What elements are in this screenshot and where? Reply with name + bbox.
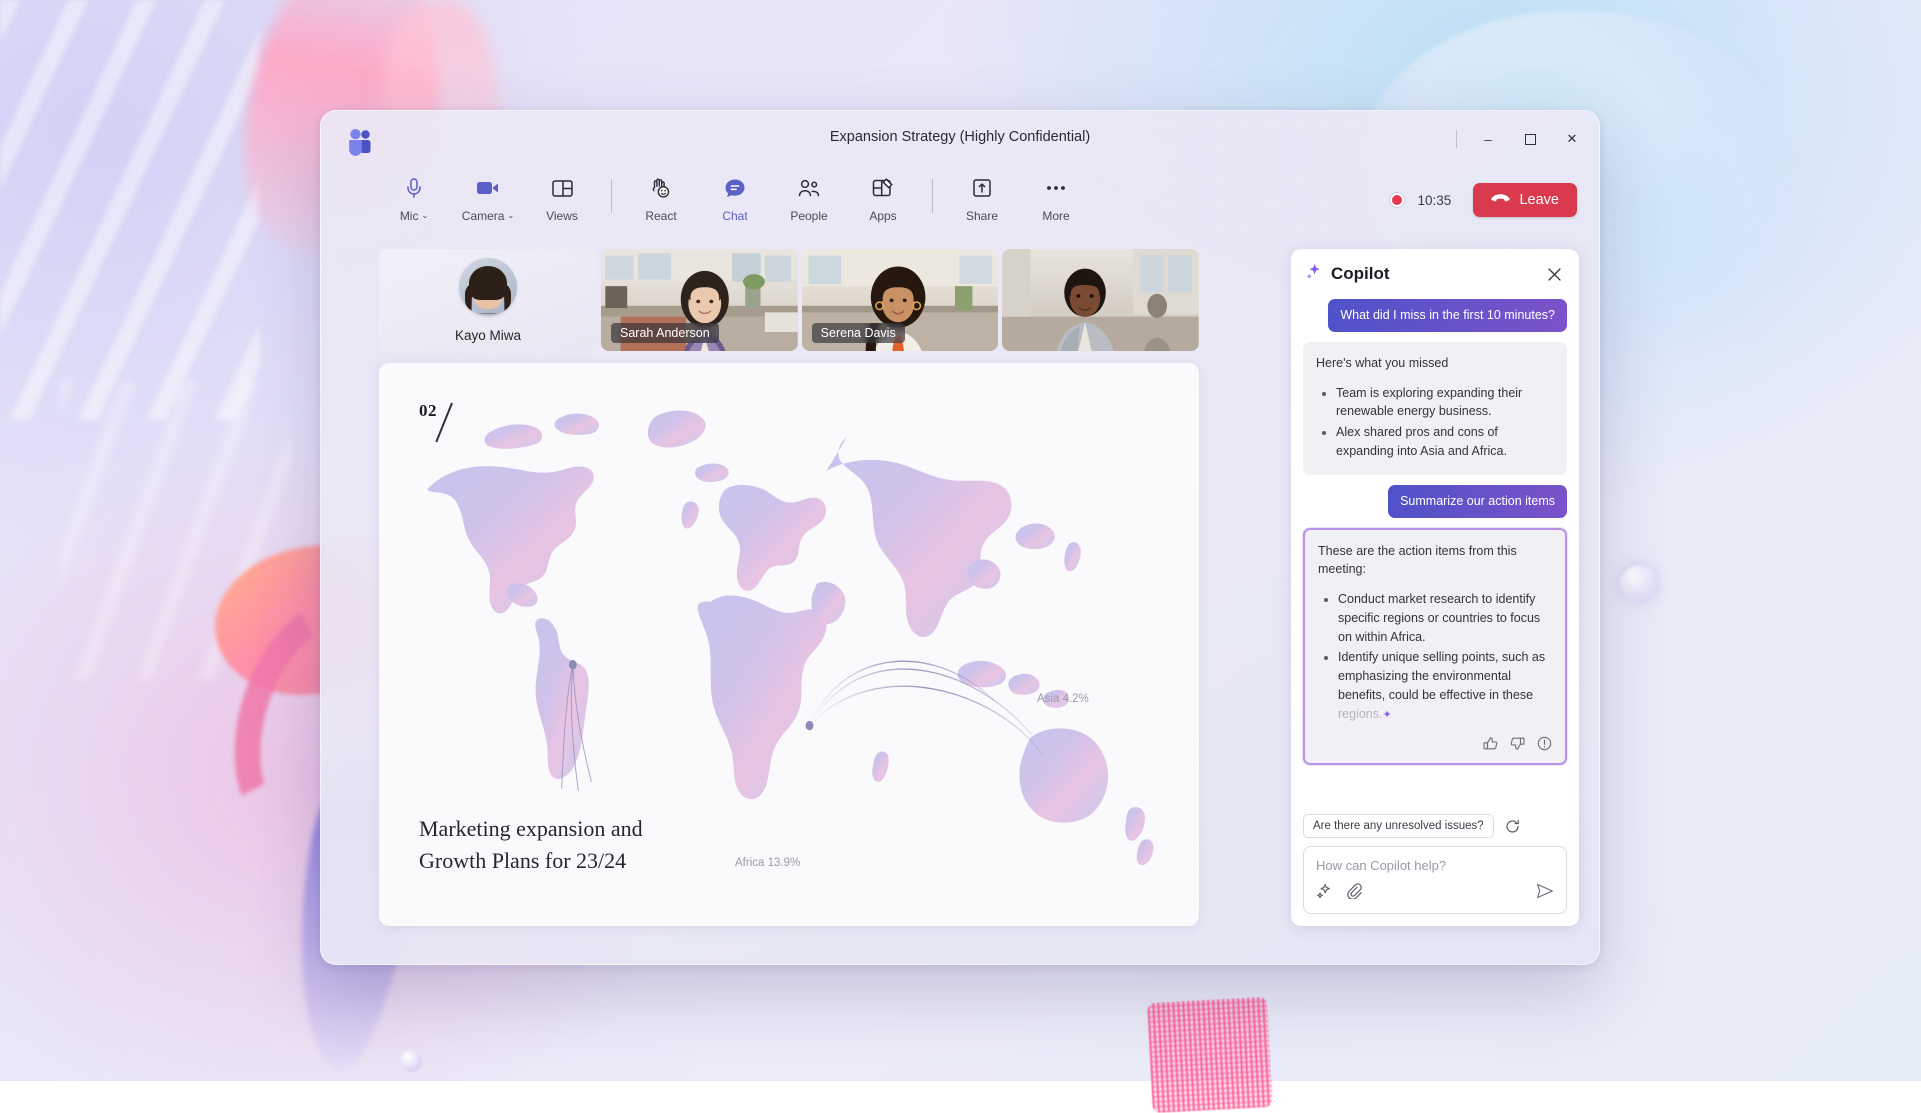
toolbar-item-people[interactable]: People [772,169,846,223]
tile-name-label: Kayo Miwa [455,328,521,343]
title-bar: Expansion Strategy (Highly Confidential)… [321,111,1599,167]
send-icon[interactable] [1536,886,1554,903]
assistant-message-2: These are the action items from this mee… [1303,528,1567,766]
toolbar-item-apps[interactable]: Apps [846,169,920,223]
copilot-conversation[interactable]: What did I miss in the first 10 minutes?… [1291,299,1579,808]
tile-name-badge: Sarah Anderson [611,323,719,343]
toolbar-divider-2 [932,179,933,213]
recording-dot-icon [1389,192,1405,208]
video-tile-participant-4[interactable] [1002,249,1199,351]
window-controls: – ✕ [1452,119,1593,159]
toolbar-divider [611,179,612,213]
leave-button[interactable]: Leave [1473,183,1577,217]
toolbar-right-group: 10:35 Leave [1389,183,1577,217]
hangup-phone-icon [1491,192,1510,208]
user-message-1: What did I miss in the first 10 minutes? [1328,299,1567,332]
video-tile-serena-davis[interactable]: Serena Davis [802,249,999,351]
refresh-icon[interactable] [1502,815,1524,837]
toolbar-label-apps: Apps [869,209,896,223]
controls-divider [1456,130,1457,148]
meeting-timer: 10:35 [1417,193,1455,208]
toolbar-item-mic[interactable]: Mic ⌄ [377,169,451,223]
more-icon [1045,175,1067,201]
bubble-decoration-2 [400,1050,422,1072]
toolbar-item-react[interactable]: React [624,169,698,223]
streaming-sparkle-icon: ✦ [1382,709,1391,721]
chevron-down-icon[interactable]: ⌄ [507,211,514,220]
light-streak-decoration-2 [60,380,290,680]
bubble-decoration [1620,565,1658,603]
thumbs-down-icon[interactable] [1509,735,1525,751]
copilot-input-placeholder: How can Copilot help? [1316,858,1554,873]
attach-paperclip-icon[interactable] [1346,883,1362,904]
toolbar-item-chat[interactable]: Chat [698,169,772,223]
video-feed [1002,249,1199,351]
meeting-toolbar: Mic ⌄ Camera ⌄ [321,167,1599,239]
user-message-2: Summarize our action items [1388,485,1567,518]
copilot-header: Copilot [1291,249,1579,299]
toolbar-label-people: People [790,209,827,223]
shared-slide[interactable]: 02 [379,363,1199,926]
list-item: Identify unique selling points, such as … [1338,648,1552,723]
close-button[interactable]: ✕ [1551,119,1593,159]
people-icon [797,175,821,201]
chat-icon [724,175,746,201]
video-tile-kayo-miwa[interactable]: Kayo Miwa [379,249,597,351]
assistant-intro-2: These are the action items from this mee… [1318,542,1552,580]
avatar [459,258,517,316]
pink-mesh-decoration [1147,997,1273,1113]
toolbar-label-mic: Mic [400,209,419,223]
suggestion-chip[interactable]: Are there any unresolved issues? [1303,814,1494,838]
toolbar-item-share[interactable]: Share [945,169,1019,223]
camera-icon [476,175,500,201]
maximize-button[interactable] [1509,119,1551,159]
react-hand-icon [650,175,672,201]
toolbar-label-camera: Camera [462,209,505,223]
toolbar-label-share: Share [966,209,998,223]
list-item: Alex shared pros and cons of expanding i… [1336,423,1554,461]
copilot-title: Copilot [1331,264,1532,284]
apps-icon [872,175,894,201]
toolbar-item-more[interactable]: More [1019,169,1093,223]
microphone-icon [404,175,424,201]
assistant-message-1: Here's what you missed Team is exploring… [1303,342,1567,475]
leave-label: Leave [1519,192,1559,208]
minimize-button[interactable]: – [1467,119,1509,159]
toolbar-item-views[interactable]: Views [525,169,599,223]
video-tile-row: Kayo Miwa [379,249,1199,351]
map-label-asia: Asia 4.2% [1037,693,1089,705]
toolbar-label-more: More [1042,209,1069,223]
toolbar-item-camera[interactable]: Camera ⌄ [451,169,525,223]
sparkle-prompt-icon[interactable] [1316,883,1332,904]
copilot-panel: Copilot What did I miss in the first 10 … [1291,249,1579,926]
copilot-input-box[interactable]: How can Copilot help? [1303,846,1567,914]
slide-title: Marketing expansion and Growth Plans for… [419,813,669,878]
copilot-suggestions: Are there any unresolved issues? [1291,808,1579,838]
copilot-sparkle-icon [1305,263,1322,285]
streaming-word: regions. [1338,707,1382,721]
list-item: Team is exploring expanding their renewa… [1336,384,1554,422]
toolbar-label-views: Views [546,209,578,223]
toolbar-label-chat: Chat [722,209,747,223]
share-icon [972,175,992,201]
assistant-bullets-2: Conduct market research to identify spec… [1326,590,1552,723]
assistant-bullets-1: Team is exploring expanding their renewa… [1324,384,1554,461]
views-icon [552,175,573,201]
list-item: Conduct market research to identify spec… [1338,590,1552,646]
teams-meeting-window: Expansion Strategy (Highly Confidential)… [320,110,1600,965]
message-reactions [1318,735,1552,751]
video-tile-sarah-anderson[interactable]: Sarah Anderson [601,249,798,351]
thumbs-up-icon[interactable] [1482,735,1498,751]
assistant-intro-1: Here's what you missed [1316,354,1554,373]
chevron-down-icon[interactable]: ⌄ [421,211,428,220]
light-streak-decoration [0,0,260,420]
report-icon[interactable] [1536,735,1552,751]
tile-name-badge: Serena Davis [812,323,905,343]
window-title: Expansion Strategy (Highly Confidential) [321,129,1599,145]
close-icon[interactable] [1541,261,1567,287]
map-label-africa: Africa 13.9% [735,857,800,869]
toolbar-label-react: React [645,209,676,223]
